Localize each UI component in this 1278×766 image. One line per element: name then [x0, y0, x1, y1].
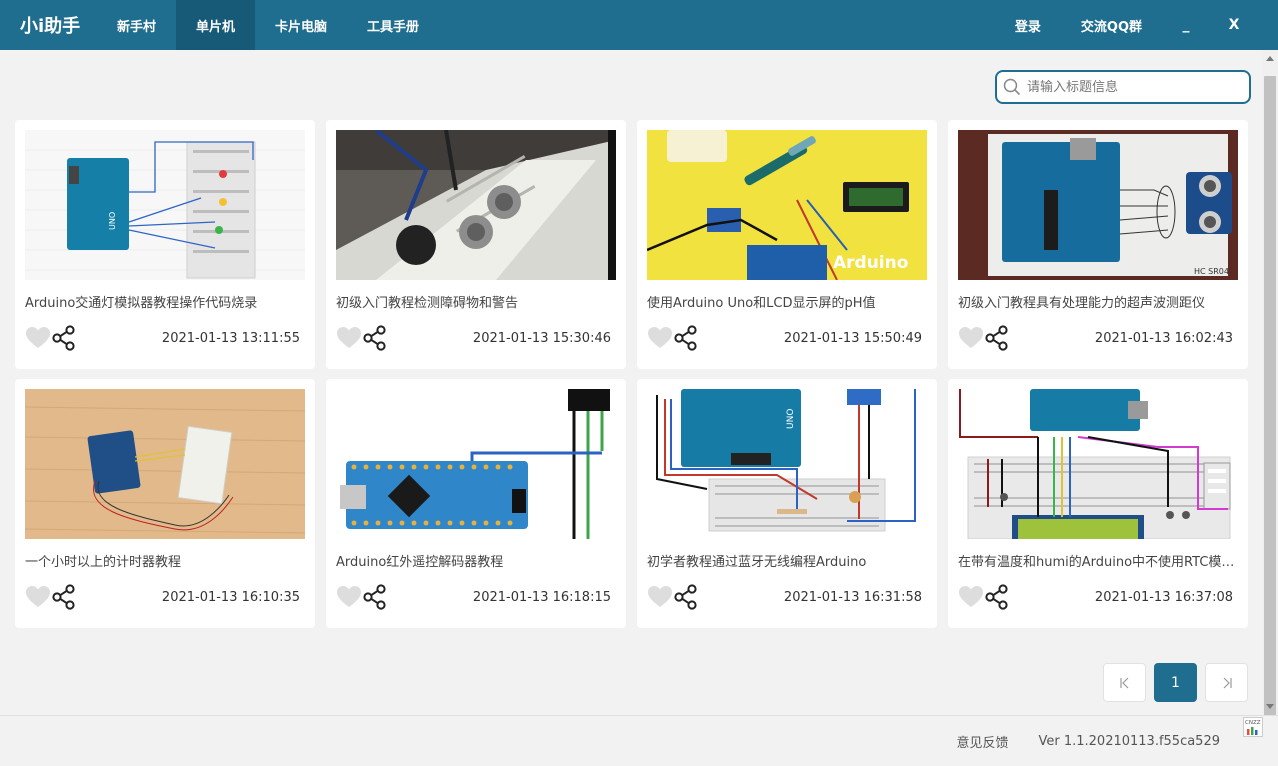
tutorial-card[interactable]: UNO 初学者教程通过蓝牙无线编程Arduino 2021-01-13 16:3… — [637, 379, 937, 628]
like-heart-icon[interactable] — [336, 584, 362, 610]
nav-item-card-computer[interactable]: 卡片电脑 — [255, 0, 347, 50]
card-thumbnail: HC SR04 — [958, 130, 1238, 280]
like-heart-icon[interactable] — [25, 325, 51, 351]
login-link[interactable]: 登录 — [995, 16, 1061, 35]
share-icon[interactable] — [984, 325, 1010, 351]
vertical-scrollbar[interactable] — [1262, 50, 1278, 724]
card-date: 2021-01-13 16:10:35 — [161, 589, 300, 605]
app-brand: 小i助手 — [20, 16, 81, 37]
nav-item-tool-manual[interactable]: 工具手册 — [347, 0, 439, 50]
like-heart-icon[interactable] — [25, 584, 51, 610]
card-date: 2021-01-13 16:31:58 — [783, 589, 922, 605]
pagination: 1 — [1103, 663, 1248, 702]
close-button[interactable]: X — [1210, 17, 1258, 33]
card-footer: 2021-01-13 15:30:46 — [336, 325, 616, 351]
share-icon[interactable] — [362, 325, 388, 351]
statistics-badge-icon[interactable]: CNZZ — [1243, 717, 1263, 737]
sensor-label: HC SR04 — [1194, 267, 1229, 276]
tutorial-card[interactable]: 一个小时以上的计时器教程 2021-01-13 16:10:35 — [15, 379, 315, 628]
card-thumbnail: UNO — [25, 130, 305, 280]
scroll-down-arrow-icon[interactable] — [1266, 704, 1274, 709]
card-thumbnail — [336, 389, 616, 539]
topbar-actions: 登录 交流QQ群 _ X — [995, 0, 1278, 50]
tutorial-card[interactable]: 在带有温度和humi的Arduino中不使用RTC模块的Arduino时钟 20… — [948, 379, 1248, 628]
share-icon[interactable] — [51, 584, 77, 610]
card-footer: 2021-01-13 15:50:49 — [647, 325, 927, 351]
card-title: 初学者教程通过蓝牙无线编程Arduino — [647, 555, 867, 570]
search-input[interactable] — [1027, 79, 1247, 95]
card-date: 2021-01-13 16:18:15 — [472, 589, 611, 605]
card-date: 2021-01-13 16:37:08 — [1094, 589, 1233, 605]
search-icon — [1003, 78, 1021, 96]
card-thumbnail: Arduino — [647, 130, 927, 280]
search-box — [995, 70, 1251, 104]
top-navigation-bar: 小i助手 新手村 单片机 卡片电脑 工具手册 登录 交流QQ群 _ X — [0, 0, 1278, 50]
scroll-up-arrow-icon[interactable] — [1266, 56, 1274, 61]
card-date: 2021-01-13 16:02:43 — [1094, 330, 1233, 346]
card-title: 使用Arduino Uno和LCD显示屏的pH值 — [647, 296, 876, 311]
share-icon[interactable] — [673, 584, 699, 610]
page-number-button[interactable]: 1 — [1154, 663, 1197, 702]
board-label: UNO — [786, 409, 796, 429]
scroll-thumb[interactable] — [1264, 76, 1276, 724]
share-icon[interactable] — [362, 584, 388, 610]
like-heart-icon[interactable] — [647, 325, 673, 351]
card-footer: 2021-01-13 16:02:43 — [958, 325, 1238, 351]
feedback-link[interactable]: 意见反馈 — [956, 732, 1008, 751]
share-icon[interactable] — [673, 325, 699, 351]
card-title: 一个小时以上的计时器教程 — [25, 555, 182, 570]
like-heart-icon[interactable] — [336, 325, 362, 351]
card-footer: 2021-01-13 13:11:55 — [25, 325, 305, 351]
like-heart-icon[interactable] — [647, 584, 673, 610]
card-footer: 2021-01-13 16:37:08 — [958, 584, 1238, 610]
tutorial-card[interactable]: HC SR04 初级入门教程具有处理能力的超声波测距仪 2021-01-13 1… — [948, 120, 1248, 369]
tutorial-card[interactable]: Arduino红外遥控解码器教程 2021-01-13 16:18:15 — [326, 379, 626, 628]
first-page-button[interactable] — [1103, 663, 1146, 702]
tutorial-card[interactable]: 初级入门教程检测障碍物和警告 2021-01-13 15:30:46 — [326, 120, 626, 369]
card-date: 2021-01-13 13:11:55 — [161, 330, 300, 346]
tutorial-card-grid: UNO Arduino交通灯模拟器教程操作代码烧录 2021-01-13 13:… — [15, 120, 1248, 628]
card-title: 初级入门教程检测障碍物和警告 — [336, 296, 519, 311]
like-heart-icon[interactable] — [958, 325, 984, 351]
tutorial-card[interactable]: Arduino 使用Arduino Uno和LCD显示屏的pH值 2021-01… — [637, 120, 937, 369]
card-footer: 2021-01-13 16:10:35 — [25, 584, 305, 610]
card-thumbnail — [336, 130, 616, 280]
qq-group-link[interactable]: 交流QQ群 — [1061, 16, 1162, 35]
card-footer: 2021-01-13 16:18:15 — [336, 584, 616, 610]
board-label: UNO — [108, 212, 117, 230]
tutorial-card[interactable]: UNO Arduino交通灯模拟器教程操作代码烧录 2021-01-13 13:… — [15, 120, 315, 369]
last-page-button[interactable] — [1205, 663, 1248, 702]
card-footer: 2021-01-13 16:31:58 — [647, 584, 927, 610]
nav-item-microcontroller[interactable]: 单片机 — [176, 0, 256, 50]
minimize-button[interactable]: _ — [1162, 17, 1210, 33]
like-heart-icon[interactable] — [958, 584, 984, 610]
card-title: 初级入门教程具有处理能力的超声波测距仪 — [958, 296, 1206, 311]
last-page-icon — [1223, 677, 1232, 688]
card-title: Arduino交通灯模拟器教程操作代码烧录 — [25, 296, 258, 311]
card-thumbnail — [25, 389, 305, 539]
nav-item-novice-village[interactable]: 新手村 — [97, 0, 176, 50]
footer-bar: 意见反馈 Ver 1.1.20210113.f55ca529 — [0, 715, 1278, 766]
card-date: 2021-01-13 15:50:49 — [783, 330, 922, 346]
card-date: 2021-01-13 15:30:46 — [472, 330, 611, 346]
stat-badge-text: CNZZ — [1245, 720, 1261, 726]
first-page-icon — [1119, 677, 1128, 688]
card-title: Arduino红外遥控解码器教程 — [336, 555, 504, 570]
card-title: 在带有温度和humi的Arduino中不使用RTC模块的Arduino时钟 — [958, 555, 1238, 570]
version-text: Ver 1.1.20210113.f55ca529 — [1038, 733, 1220, 749]
share-icon[interactable] — [51, 325, 77, 351]
arduino-logo-text: Arduino — [833, 253, 908, 273]
share-icon[interactable] — [984, 584, 1010, 610]
card-thumbnail: UNO — [647, 389, 927, 539]
card-thumbnail — [958, 389, 1238, 539]
